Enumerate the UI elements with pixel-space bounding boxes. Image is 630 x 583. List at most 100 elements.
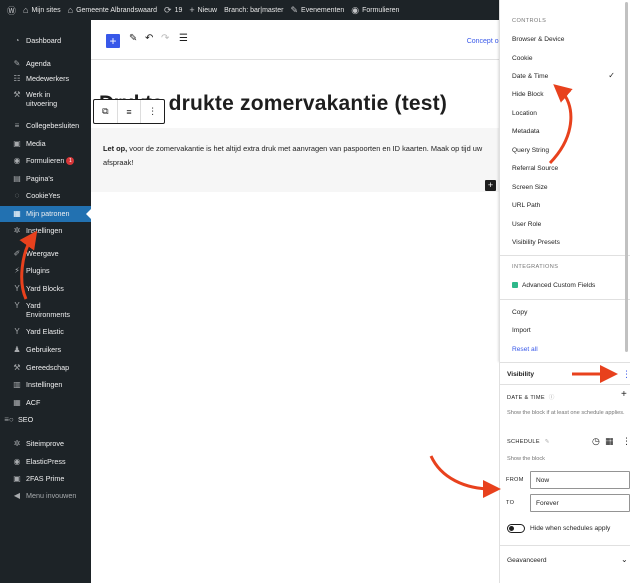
user-icon: ♟ xyxy=(13,345,21,354)
inline-inserter-button[interactable]: + xyxy=(485,180,496,191)
plus-icon: + xyxy=(189,5,195,15)
sidebar-item-label: Gereedschap xyxy=(26,363,70,372)
elasticpress-icon: ◉ xyxy=(13,457,21,466)
divider xyxy=(500,362,630,363)
control-referral-source[interactable]: Referral Source xyxy=(512,165,558,172)
sidebar-item-label: Yard Environments xyxy=(26,301,70,319)
sidebar-item-yard-elastic[interactable]: Y Yard Elastic xyxy=(0,327,91,337)
pages-icon: ▤ xyxy=(13,174,21,183)
sidebar-item-dashboard[interactable]: ◔ Dashboard xyxy=(0,36,91,46)
add-schedule-button[interactable]: + xyxy=(621,389,627,400)
yard-icon: Y xyxy=(14,301,20,310)
branch-label: Branch: bar|master xyxy=(224,6,284,14)
date-time-label: DATE & TIME xyxy=(507,395,545,401)
branch-item[interactable]: Branch: bar|master xyxy=(224,7,283,14)
patterns-icon: ▦ xyxy=(13,208,21,218)
control-screen-size[interactable]: Screen Size xyxy=(512,184,548,191)
align-button[interactable]: ≡ xyxy=(118,100,142,123)
info-icon[interactable]: ⓘ xyxy=(549,395,555,401)
calendar-icon[interactable]: ▦ xyxy=(605,436,614,447)
control-hide-block[interactable]: Hide Block xyxy=(512,91,544,98)
show-block-text: Show the block xyxy=(507,456,545,462)
sidebar-item-label: Agenda xyxy=(26,59,51,68)
sidebar-item-gebruikers[interactable]: ♟ Gebruikers xyxy=(0,345,91,355)
sidebar-item-weergave[interactable]: ✐ Weergave xyxy=(0,249,91,259)
control-query-string[interactable]: Query String xyxy=(512,147,549,154)
sidebar-item-label: 2FAS Prime xyxy=(26,474,65,483)
sidebar-item-instellingen[interactable]: ✲ Instellingen xyxy=(0,226,91,236)
sidebar-item-werk-in-uitvoering[interactable]: ⚒ Werk in uitvoering xyxy=(0,90,91,108)
new-item[interactable]: + Nieuw xyxy=(189,5,217,15)
visibility-options-icon[interactable]: ⋮ xyxy=(622,369,630,380)
sidebar-item-label: ACF xyxy=(26,398,41,407)
advanced-section-title[interactable]: Geavanceerd xyxy=(507,557,547,564)
hide-when-schedules-toggle[interactable] xyxy=(507,524,525,533)
to-date-input[interactable]: Forever xyxy=(530,494,630,512)
sidebar-item-cookieyes[interactable]: ◌ CookieYes xyxy=(0,191,91,201)
2fas-icon: ▣ xyxy=(13,474,21,483)
sidebar-item-agenda[interactable]: ✎ Agenda xyxy=(0,59,91,69)
my-sites-item[interactable]: ⌂ Mijn sites xyxy=(23,5,61,15)
control-visibility-presets[interactable]: Visibility Presets xyxy=(512,239,560,246)
sidebar-item-media[interactable]: ▣ Media xyxy=(0,139,91,149)
clock-icon[interactable]: ◷ xyxy=(592,436,600,447)
sidebar-item-label: Instellingen xyxy=(26,380,63,389)
sidebar-item-instellingen-2[interactable]: ▥ Instellingen xyxy=(0,380,91,390)
block-transform-button[interactable]: ⧉ xyxy=(94,100,118,123)
import-button[interactable]: Import xyxy=(512,327,531,334)
sidebar-item-yard-blocks[interactable]: Y Yard Blocks xyxy=(0,284,91,294)
sidebar-item-plugins[interactable]: ⚡ Plugins xyxy=(0,266,91,276)
sidebar-item-paginas[interactable]: ▤ Pagina's xyxy=(0,174,91,184)
events-item[interactable]: ✎ Evenementen xyxy=(290,5,344,16)
site-name-item[interactable]: ⌂ Gemeente Albrandswaard xyxy=(68,5,157,15)
control-metadata[interactable]: Metadata xyxy=(512,128,540,135)
scrollbar[interactable] xyxy=(625,2,628,352)
control-url-path[interactable]: URL Path xyxy=(512,202,540,209)
tools-pen-icon[interactable]: ✎ xyxy=(129,33,137,44)
add-block-button[interactable]: + xyxy=(106,34,120,48)
reset-all-button[interactable]: Reset all xyxy=(512,346,538,353)
date-time-heading: DATE & TIME ⓘ xyxy=(507,393,555,401)
sidebar-item-label: Media xyxy=(26,139,46,148)
sidebar-item-mijn-patronen[interactable]: ▦ Mijn patronen xyxy=(0,206,91,222)
from-date-input[interactable]: Now xyxy=(530,471,630,489)
control-location[interactable]: Location xyxy=(512,110,537,117)
redo-icon[interactable]: ↷ xyxy=(161,33,169,44)
visibility-controls-popover: CONTROLS Browser & Device Cookie Date & … xyxy=(499,0,630,362)
schedule-options-icon[interactable]: ⋮ xyxy=(622,436,630,447)
sidebar-item-gereedschap[interactable]: ⚒ Gereedschap xyxy=(0,363,91,373)
sidebar-item-medewerkers[interactable]: ☷ Medewerkers xyxy=(0,74,91,84)
sidebar-item-collegebesluiten[interactable]: ≡ Collegebesluiten xyxy=(0,121,91,131)
copy-button[interactable]: Copy xyxy=(512,309,527,316)
edit-icon[interactable]: ✎ xyxy=(545,439,550,445)
sidebar-item-elasticpress[interactable]: ◉ ElasticPress xyxy=(0,457,91,467)
chevron-down-icon[interactable]: ⌄ xyxy=(621,555,628,564)
sidebar-item-formulieren[interactable]: ◉ Formulieren 1 xyxy=(0,156,91,166)
sidebar-item-label: Werk in uitvoering xyxy=(26,90,58,108)
forms-item[interactable]: ◉ Formulieren xyxy=(351,5,399,16)
control-user-role[interactable]: User Role xyxy=(512,221,541,228)
visibility-panel-title[interactable]: Visibility xyxy=(507,371,534,378)
block-type-icon: ⧉ xyxy=(102,106,109,116)
sidebar-item-menu-invouwen[interactable]: ◀ Menu invouwen xyxy=(0,491,91,501)
control-cookie[interactable]: Cookie xyxy=(512,55,533,62)
control-browser-device[interactable]: Browser & Device xyxy=(512,36,564,43)
undo-icon[interactable]: ↶ xyxy=(145,33,153,44)
sidebar-item-acf[interactable]: ▦ ACF xyxy=(0,398,91,408)
control-date-time[interactable]: Date & Time xyxy=(512,73,548,80)
seo-icon: ≡○ xyxy=(4,415,14,424)
divider xyxy=(499,384,630,385)
wordpress-logo-item[interactable]: Ⓦ xyxy=(7,4,16,17)
sidebar-item-siteimprove[interactable]: ✲ Siteimprove xyxy=(0,439,91,449)
sidebar-item-2fas-prime[interactable]: ▣ 2FAS Prime xyxy=(0,474,91,484)
forms-icon: ◉ xyxy=(13,156,21,165)
check-icon: ✓ xyxy=(608,71,615,80)
updates-item[interactable]: ⟳ 19 xyxy=(164,5,182,16)
integration-acf[interactable]: Advanced Custom Fields xyxy=(512,282,595,289)
block-options-button[interactable]: ⋮ xyxy=(141,100,164,123)
sidebar-item-yard-environments[interactable]: Y Yard Environments xyxy=(0,301,91,319)
notice-text[interactable]: Let op, voor de zomervakantie is het alt… xyxy=(103,142,503,170)
sidebar-item-label: CookieYes xyxy=(26,191,61,200)
sidebar-item-seo[interactable]: ≡○ SEO xyxy=(0,415,91,425)
document-overview-icon[interactable]: ☰ xyxy=(179,33,188,44)
